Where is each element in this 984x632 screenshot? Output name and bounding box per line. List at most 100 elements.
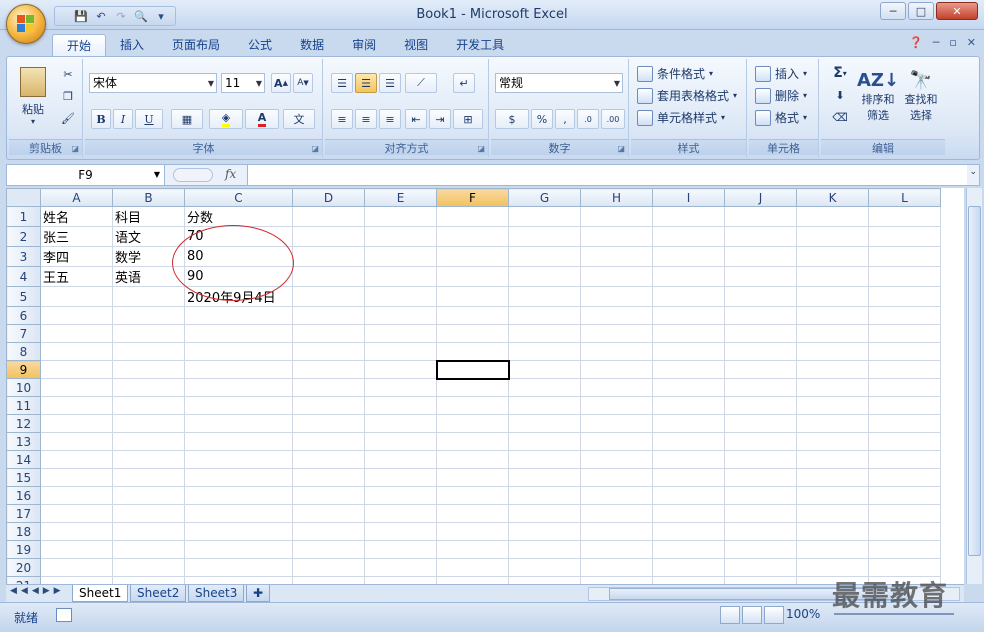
cell-b13[interactable]	[112, 432, 185, 451]
row-header-12[interactable]: 12	[6, 414, 41, 433]
cell-l7[interactable]	[868, 324, 941, 343]
name-box[interactable]: F9 ▼	[7, 165, 165, 185]
phonetic-button[interactable]: 文	[283, 109, 315, 129]
cell-f9[interactable]	[435, 359, 510, 380]
increase-indent-button[interactable]: ⇥	[429, 109, 451, 129]
cell-f16[interactable]	[436, 486, 509, 505]
cell-l17[interactable]	[868, 504, 941, 523]
column-header-l[interactable]: L	[868, 188, 941, 207]
cell-h21[interactable]	[580, 576, 653, 584]
cut-button[interactable]: ✂	[59, 65, 77, 83]
cell-b9[interactable]	[112, 360, 185, 379]
cell-l14[interactable]	[868, 450, 941, 469]
cell-g14[interactable]	[508, 450, 581, 469]
cell-d3[interactable]	[292, 246, 365, 267]
cell-l2[interactable]	[868, 226, 941, 247]
cell-c21[interactable]	[184, 576, 293, 584]
cell-b14[interactable]	[112, 450, 185, 469]
cell-i17[interactable]	[652, 504, 725, 523]
cell-g10[interactable]	[508, 378, 581, 397]
cell-c16[interactable]	[184, 486, 293, 505]
column-header-g[interactable]: G	[508, 188, 581, 207]
cell-k18[interactable]	[796, 522, 869, 541]
cell-j14[interactable]	[724, 450, 797, 469]
cell-d16[interactable]	[292, 486, 365, 505]
cell-h5[interactable]	[580, 286, 653, 307]
cell-a9[interactable]	[40, 360, 113, 379]
row-header-18[interactable]: 18	[6, 522, 41, 541]
cell-j4[interactable]	[724, 266, 797, 287]
format-as-table-button[interactable]: 套用表格格式 ▾	[637, 87, 737, 104]
cell-l8[interactable]	[868, 342, 941, 361]
cell-b8[interactable]	[112, 342, 185, 361]
cell-k11[interactable]	[796, 396, 869, 415]
help-icon[interactable]: ❓	[909, 36, 923, 49]
cell-a15[interactable]	[40, 468, 113, 487]
cell-g11[interactable]	[508, 396, 581, 415]
cell-a14[interactable]	[40, 450, 113, 469]
cell-i10[interactable]	[652, 378, 725, 397]
cell-c17[interactable]	[184, 504, 293, 523]
cell-h13[interactable]	[580, 432, 653, 451]
cell-j11[interactable]	[724, 396, 797, 415]
delete-cells-button[interactable]: 删除 ▾	[755, 87, 807, 104]
cell-l3[interactable]	[868, 246, 941, 267]
cell-d5[interactable]	[292, 286, 365, 307]
dialog-launcher-icon[interactable]: ◪	[311, 144, 319, 153]
autosum-button[interactable]: Σ ▾	[825, 63, 855, 83]
expand-formula-icon[interactable]: ⌄	[969, 167, 977, 177]
vertical-scrollbar[interactable]	[966, 188, 982, 584]
cell-d1[interactable]	[292, 206, 365, 227]
cell-c1[interactable]: 分数	[184, 206, 293, 227]
cell-b19[interactable]	[112, 540, 185, 559]
page-layout-view-icon[interactable]	[742, 606, 762, 624]
paste-button[interactable]: 粘贴 ▾	[13, 63, 53, 129]
column-header-j[interactable]: J	[724, 188, 797, 207]
cell-a3[interactable]: 李四	[40, 246, 113, 267]
cell-h7[interactable]	[580, 324, 653, 343]
cell-a1[interactable]: 姓名	[40, 206, 113, 227]
sheet-tab-1[interactable]: Sheet1	[72, 585, 129, 602]
cell-k6[interactable]	[796, 306, 869, 325]
cell-e10[interactable]	[364, 378, 437, 397]
ribbon-minimize-icon[interactable]: ─	[933, 36, 940, 49]
cell-i7[interactable]	[652, 324, 725, 343]
sheet-nav-arrows-icon[interactable]: ◀◀◀▶▶	[10, 586, 65, 596]
cell-c19[interactable]	[184, 540, 293, 559]
cell-j18[interactable]	[724, 522, 797, 541]
cell-k4[interactable]	[796, 266, 869, 287]
row-header-14[interactable]: 14	[6, 450, 41, 469]
cell-d6[interactable]	[292, 306, 365, 325]
cell-g12[interactable]	[508, 414, 581, 433]
tab-insert[interactable]: 插入	[106, 34, 158, 56]
cell-f1[interactable]	[436, 206, 509, 227]
cell-i4[interactable]	[652, 266, 725, 287]
cell-e16[interactable]	[364, 486, 437, 505]
row-header-19[interactable]: 19	[6, 540, 41, 559]
cell-l9[interactable]	[868, 360, 941, 379]
dialog-launcher-icon[interactable]: ◪	[617, 144, 625, 153]
insert-cells-button[interactable]: 插入 ▾	[755, 65, 807, 82]
cell-e6[interactable]	[364, 306, 437, 325]
find-select-button[interactable]: 🔭 查找和 选择	[901, 63, 941, 129]
cell-l18[interactable]	[868, 522, 941, 541]
cell-k5[interactable]	[796, 286, 869, 307]
align-right-button[interactable]: ≡	[379, 109, 401, 129]
cell-b11[interactable]	[112, 396, 185, 415]
insert-sheet-icon[interactable]: ✚	[246, 585, 271, 602]
minimize-button[interactable]: ─	[880, 2, 906, 20]
comma-button[interactable]: ,	[555, 109, 575, 129]
cell-f7[interactable]	[436, 324, 509, 343]
office-button[interactable]	[6, 4, 46, 44]
cell-k9[interactable]	[796, 360, 869, 379]
cell-j1[interactable]	[724, 206, 797, 227]
cell-a16[interactable]	[40, 486, 113, 505]
dialog-launcher-icon[interactable]: ◪	[71, 144, 79, 153]
macro-record-icon[interactable]	[56, 608, 72, 622]
cell-f2[interactable]	[436, 226, 509, 247]
cell-g8[interactable]	[508, 342, 581, 361]
cell-b6[interactable]	[112, 306, 185, 325]
close-button[interactable]: ✕	[936, 2, 978, 20]
cell-b15[interactable]	[112, 468, 185, 487]
cell-f15[interactable]	[436, 468, 509, 487]
